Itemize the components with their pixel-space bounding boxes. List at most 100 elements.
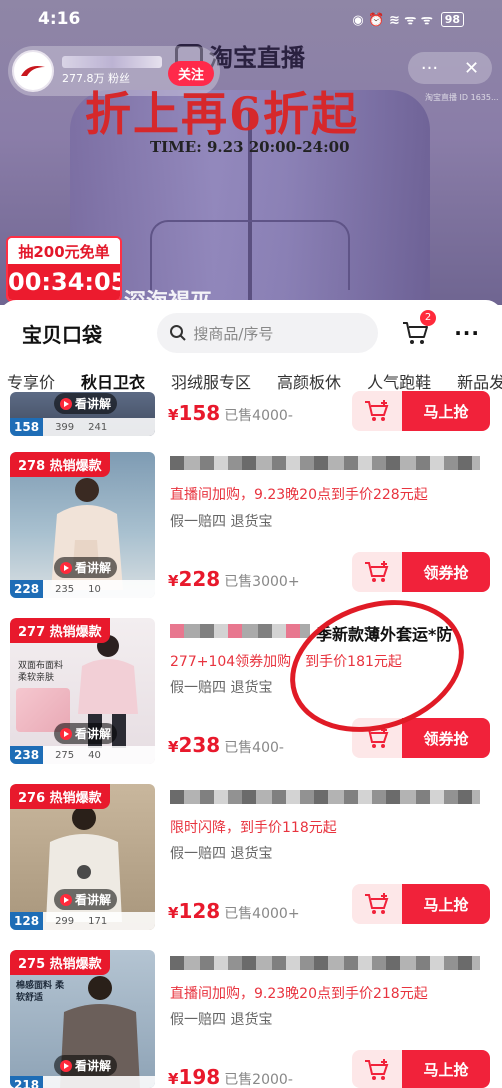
buy-now-button[interactable]: 马上抢: [402, 884, 490, 924]
product-thumbnail[interactable]: 棉感面料 柔软舒适 275 热销爆款 看讲解 218: [10, 950, 155, 1088]
product-price: ¥128 已售4000+: [168, 899, 300, 923]
product-price: ¥158 已售4000-: [168, 401, 293, 425]
status-time: 4:16: [38, 9, 81, 29]
taobao-live-text: 淘宝直播: [209, 44, 305, 72]
search-placeholder: 搜商品/序号: [193, 324, 274, 343]
product-title-redacted: [170, 956, 480, 970]
fabric-caption: 棉感面料 柔软舒适: [16, 981, 65, 1003]
guarantee-text: 假一赔四 退货宝: [170, 514, 273, 530]
hot-sale-tag: 276 热销爆款: [10, 784, 110, 809]
product-title-redacted: [170, 624, 310, 638]
promo-line: 直播间加购，9.23晚20点到手价218元起: [170, 986, 428, 1002]
add-cart-icon: [365, 893, 389, 914]
add-to-cart-button[interactable]: [352, 391, 402, 431]
tab-running-shoes[interactable]: 人气跑鞋: [354, 369, 444, 393]
anchor-name-redacted: [62, 56, 162, 68]
status-bar: 4:16 ◉ ⏰ ≋ ᯤ ᯤ 98: [0, 0, 502, 38]
guarantee-text: 假一赔四 退货宝: [170, 846, 273, 862]
panel-header: 宝贝口袋 搜商品/序号 2 ···: [0, 300, 502, 366]
claim-coupon-button[interactable]: 领券抢: [402, 718, 490, 758]
guarantee-text: 假一赔四 退货宝: [170, 680, 273, 696]
watch-explain-button[interactable]: 看讲解: [54, 557, 118, 578]
panel-title: 宝贝口袋: [22, 322, 102, 347]
panel-more-button[interactable]: ···: [454, 321, 480, 345]
add-to-cart-button[interactable]: [352, 718, 402, 758]
add-to-cart-button[interactable]: [352, 1050, 402, 1088]
tab-exclusive-price[interactable]: 专享价: [0, 369, 68, 393]
buy-now-button[interactable]: 马上抢: [402, 1050, 490, 1088]
sold-count: 已售4000+: [224, 906, 300, 922]
product-thumbnail[interactable]: 双面布面料 柔软亲肤 277 热销爆款 看讲解 238 275 40: [10, 618, 155, 764]
product-price: ¥228 已售3000+: [168, 567, 300, 591]
free-order-title: 抽200元免单: [8, 238, 120, 264]
buy-action[interactable]: 领券抢: [352, 552, 490, 592]
promo-line: 限时闪降，到手价118元起: [170, 820, 337, 836]
watch-explain-button[interactable]: 看讲解: [54, 393, 118, 414]
product-price: ¥238 已售400-: [168, 733, 284, 757]
more-options-icon[interactable]: ···: [421, 58, 438, 79]
anchor-avatar[interactable]: [12, 50, 54, 92]
free-order-badge[interactable]: 抽200元免单 00:34:05: [6, 236, 122, 302]
play-icon: [60, 561, 72, 574]
add-cart-icon: [365, 561, 389, 582]
product-price: ¥198 已售2000-: [168, 1065, 293, 1088]
add-to-cart-button[interactable]: [352, 884, 402, 924]
hoodie-pocket: [150, 220, 350, 290]
watch-explain-button[interactable]: 看讲解: [54, 723, 118, 744]
search-icon: [170, 325, 187, 341]
sold-count: 已售2000-: [224, 1072, 293, 1088]
add-cart-icon: [365, 1059, 389, 1080]
promo-line: 277+104领券加购，到手价181元起: [170, 654, 402, 670]
battery-icon: 98: [440, 11, 464, 27]
add-cart-icon: [365, 727, 389, 748]
promo-line: 直播间加购，9.23晚20点到手价228元起: [170, 487, 428, 503]
signal-icons: ◉ ⏰ ≋ ᯤ ᯤ: [352, 13, 433, 28]
close-icon[interactable]: ✕: [464, 58, 479, 79]
guarantee-text: 假一赔四 退货宝: [170, 1012, 273, 1028]
product-thumbnail[interactable]: 看讲解 158 399 241: [10, 392, 155, 436]
watch-explain-button[interactable]: 看讲解: [54, 1055, 118, 1076]
cart-button[interactable]: 2: [400, 310, 437, 348]
product-thumbnail[interactable]: 278 热销爆款 看讲解 228 235 10: [10, 452, 155, 598]
add-to-cart-button[interactable]: [352, 552, 402, 592]
thumb-price-strip: 238 275 40: [10, 746, 155, 764]
room-id: 淘宝直播 ID 1635...: [425, 93, 499, 102]
buy-now-button[interactable]: 马上抢: [402, 391, 490, 431]
play-icon: [60, 727, 72, 740]
tab-casual-board[interactable]: 高颜板休: [264, 369, 354, 393]
search-input[interactable]: 搜商品/序号: [157, 313, 379, 353]
free-order-timer: 00:34:05: [8, 264, 120, 300]
live-controls: ··· ✕: [408, 52, 492, 84]
promo-title: 折上再6折起: [85, 87, 360, 141]
live-stream-area[interactable]: 4:16 ◉ ⏰ ≋ ᯤ ᯤ 98 淘宝直播 277.8万 粉丝 关注 ··· …: [0, 0, 502, 305]
watch-explain-button[interactable]: 看讲解: [54, 889, 118, 910]
cart-count-badge: 2: [419, 310, 437, 326]
status-icons: ◉ ⏰ ≋ ᯤ ᯤ 98: [352, 10, 464, 28]
tab-autumn-hoodie[interactable]: 秋日卫衣: [68, 369, 158, 393]
add-cart-icon: [365, 400, 389, 421]
tab-down-jacket[interactable]: 羽绒服专区: [158, 369, 264, 393]
product-title: 季新款薄外套运*防: [316, 625, 453, 644]
buy-action[interactable]: 马上抢: [352, 391, 490, 431]
thumb-price-strip: 218: [10, 1076, 155, 1088]
play-icon: [60, 1059, 72, 1072]
play-icon: [60, 893, 72, 906]
fabric-caption: 双面布面料 柔软亲肤: [18, 661, 64, 683]
hot-sale-tag: 275 热销爆款: [10, 950, 110, 975]
hot-sale-tag: 278 热销爆款: [10, 452, 110, 477]
promo-time: TIME: 9.23 20:00-24:00: [150, 138, 350, 156]
buy-action[interactable]: 领券抢: [352, 718, 490, 758]
buy-action[interactable]: 马上抢: [352, 884, 490, 924]
product-thumbnail[interactable]: 276 热销爆款 看讲解 128 299 171: [10, 784, 155, 930]
sold-count: 已售4000-: [224, 408, 293, 424]
product-title-redacted: [170, 456, 480, 470]
hot-sale-tag: 277 热销爆款: [10, 618, 110, 643]
tab-new-arrivals[interactable]: 新品发: [444, 369, 502, 393]
thumb-price-strip: 228 235 10: [10, 580, 155, 598]
sold-count: 已售3000+: [224, 574, 300, 590]
sold-count: 已售400-: [224, 740, 284, 756]
brand-logo-icon: [21, 66, 45, 76]
thumb-price-strip: 158 399 241: [10, 418, 155, 436]
buy-action[interactable]: 马上抢: [352, 1050, 490, 1088]
claim-coupon-button[interactable]: 领券抢: [402, 552, 490, 592]
